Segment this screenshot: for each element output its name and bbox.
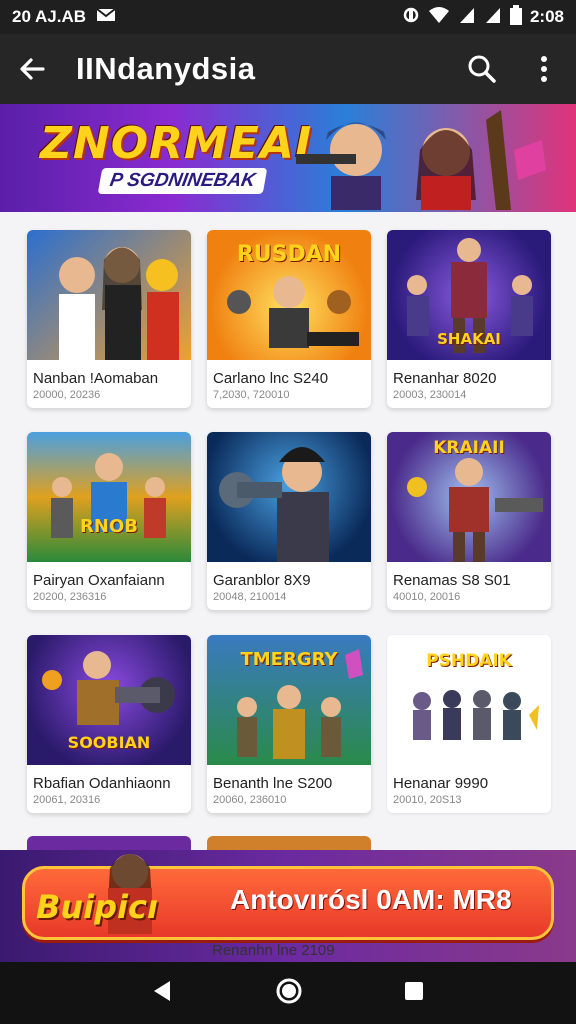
game-name: Renamas S8 S01 bbox=[393, 572, 511, 589]
game-meta: 20200, 236316 bbox=[33, 591, 107, 603]
thumbnail-label: RUSDAN bbox=[236, 242, 342, 267]
navigation-bar bbox=[0, 962, 576, 1024]
banner-subtitle: P SGDNINEBAK bbox=[97, 168, 268, 194]
thumbnail-label: TMERGRY bbox=[240, 649, 338, 670]
signal-icon bbox=[458, 6, 476, 29]
game-thumbnail bbox=[207, 432, 371, 562]
thumbnail-art bbox=[59, 247, 179, 360]
game-thumbnail: SHAKAI bbox=[387, 230, 551, 360]
thumbnail-art bbox=[51, 453, 166, 538]
game-card-peek[interactable] bbox=[207, 836, 371, 850]
game-thumbnail bbox=[27, 230, 191, 360]
featured-banner[interactable]: ZNORMEAI P SGDNINEBAK bbox=[0, 104, 576, 212]
game-name: Rbafian Odanhiaonn bbox=[33, 775, 171, 792]
game-card[interactable]: KRAIAII Renamas S8 S01 40010, 20016 bbox=[387, 432, 551, 610]
app-title: IINdanydsia bbox=[76, 51, 256, 86]
game-card[interactable]: SHAKAI Renanhar 8020 20003, 230014 bbox=[387, 230, 551, 408]
game-card-peek[interactable] bbox=[27, 836, 191, 850]
mail-icon bbox=[96, 7, 116, 28]
banner-characters-art bbox=[296, 110, 546, 210]
game-card[interactable]: RNOB Pairyan Oxanfaiann 20200, 236316 bbox=[27, 432, 191, 610]
back-icon[interactable] bbox=[150, 978, 176, 1009]
game-card[interactable]: Garanblor 8X9 20048, 210014 bbox=[207, 432, 371, 610]
game-thumbnail: SOOBIAN bbox=[27, 635, 191, 765]
game-name: Carlano lnc S240 bbox=[213, 370, 329, 387]
app-bar: IINdanydsia bbox=[0, 34, 576, 104]
game-meta: 7,2030, 720010 bbox=[213, 389, 290, 401]
status-bar: 20 AJ.AB 2:08 bbox=[0, 0, 576, 34]
game-meta: 20000, 20236 bbox=[33, 389, 101, 401]
game-thumbnail: RUSDAN bbox=[207, 230, 371, 360]
game-card[interactable]: SOOBIAN Rbafian Odanhiaonn 20061, 20316 bbox=[27, 635, 191, 813]
banner-title: ZNORMEAI bbox=[40, 118, 313, 169]
game-thumbnail: KRAIAII bbox=[387, 432, 551, 562]
more-options-icon[interactable] bbox=[526, 51, 562, 87]
game-name: Nanban !Aomaban bbox=[33, 370, 159, 387]
game-meta: 20061, 20316 bbox=[33, 794, 101, 806]
home-icon[interactable] bbox=[275, 977, 303, 1010]
promo-badge: Buipicı bbox=[36, 888, 158, 926]
status-time-right: 2:08 bbox=[529, 7, 564, 26]
wifi-icon bbox=[428, 6, 450, 29]
promo-text: Antovırósl 0AM: MR8 bbox=[230, 884, 512, 915]
game-thumbnail: TMERGRY bbox=[207, 635, 371, 765]
thumbnail-label: SHAKAI bbox=[437, 330, 501, 348]
peek-card-name: Renanhn lne 2109 bbox=[212, 942, 335, 959]
game-meta: 40010, 20016 bbox=[393, 591, 461, 603]
battery-icon bbox=[509, 4, 522, 30]
game-card[interactable]: TMERGRY Benanth lne S200 20060, 236010 bbox=[207, 635, 371, 813]
game-card[interactable]: PSHDAIK Henanar 9990 20010, 20S13 bbox=[387, 635, 551, 813]
game-meta: 20060, 236010 bbox=[213, 794, 287, 806]
recents-icon[interactable] bbox=[402, 979, 426, 1008]
back-arrow-icon[interactable] bbox=[14, 51, 50, 87]
game-name: Renanhar 8020 bbox=[393, 370, 497, 387]
game-card[interactable]: RUSDAN Carlano lnc S240 7,2030, 720010 bbox=[207, 230, 371, 408]
thumbnail-label: SOOBIAN bbox=[67, 733, 151, 752]
game-name: Henanar 9990 bbox=[393, 775, 489, 792]
game-thumbnail: RNOB bbox=[27, 432, 191, 562]
game-meta: 20010, 20S13 bbox=[393, 794, 462, 806]
game-card[interactable]: Nanban !Aomaban 20000, 20236 bbox=[27, 230, 191, 408]
status-time-left: 20 AJ.AB bbox=[12, 7, 87, 26]
game-name: Pairyan Oxanfaiann bbox=[33, 572, 165, 589]
game-meta: 20003, 230014 bbox=[393, 389, 467, 401]
thumbnail-label: PSHDAIK bbox=[426, 651, 512, 671]
search-icon[interactable] bbox=[464, 51, 500, 87]
game-name: Benanth lne S200 bbox=[213, 775, 333, 792]
game-name: Garanblor 8X9 bbox=[213, 572, 311, 589]
signal-icon-2 bbox=[484, 6, 502, 29]
game-meta: 20048, 210014 bbox=[213, 591, 287, 603]
vibrate-icon bbox=[402, 6, 420, 29]
thumbnail-art bbox=[219, 447, 329, 562]
thumbnail-label: KRAIAII bbox=[433, 438, 505, 458]
thumbnail-label: RNOB bbox=[80, 516, 138, 537]
game-thumbnail: PSHDAIK bbox=[387, 635, 551, 765]
